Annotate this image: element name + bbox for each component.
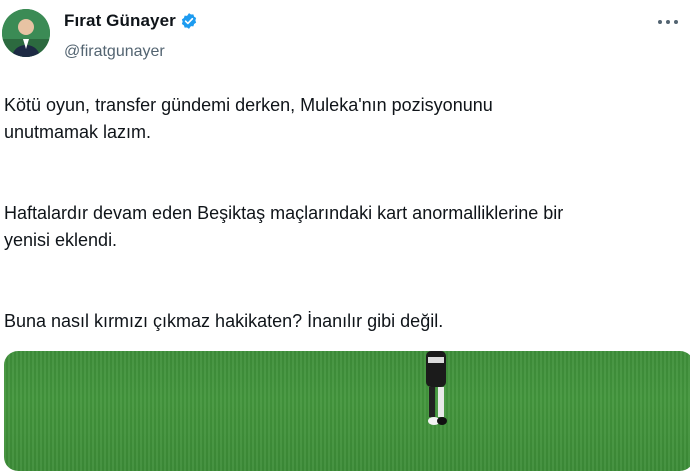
- avatar[interactable]: [2, 9, 50, 57]
- author-name[interactable]: Fırat Günayer: [64, 11, 176, 31]
- player-figure: [426, 351, 447, 425]
- tweet-media-photo[interactable]: [4, 351, 690, 471]
- author-name-row[interactable]: Fırat Günayer: [64, 11, 198, 31]
- verified-badge-icon: [180, 12, 198, 30]
- avatar-image: [2, 9, 50, 57]
- tweet-paragraph: Haftalardır devam eden Beşiktaş maçların…: [4, 203, 564, 250]
- more-options-icon[interactable]: [658, 16, 686, 28]
- tweet-paragraph: Kötü oyun, transfer gündemi derken, Mule…: [4, 95, 493, 142]
- tweet-paragraph: Buna nasıl kırmızı çıkmaz hakikaten? İna…: [4, 311, 444, 331]
- author-handle[interactable]: @firatgunayer: [64, 43, 165, 61]
